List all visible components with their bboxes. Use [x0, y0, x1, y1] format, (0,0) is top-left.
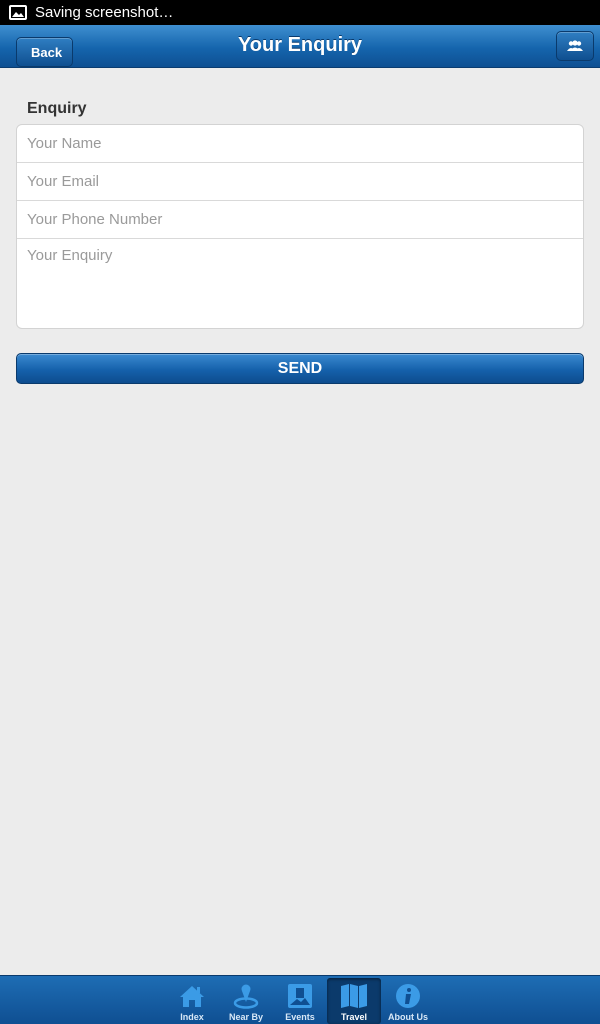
tab-label-index: Index	[180, 1012, 204, 1022]
phone-field[interactable]	[17, 201, 583, 239]
tab-label-near-by: Near By	[228, 1012, 264, 1022]
location-pin-icon	[231, 982, 261, 1010]
screenshot-icon	[9, 5, 27, 20]
section-label: Enquiry	[27, 100, 87, 117]
email-field[interactable]	[17, 163, 583, 201]
name-field[interactable]	[17, 125, 583, 163]
tab-index[interactable]: Index	[165, 978, 219, 1024]
tab-events[interactable]: Events	[273, 978, 327, 1024]
send-button[interactable]: SEND	[16, 353, 584, 384]
people-icon	[567, 40, 583, 51]
app-header: Your Enquiry Back	[0, 25, 600, 68]
info-icon	[393, 982, 423, 1010]
tab-label-about-us: About Us	[388, 1012, 428, 1022]
contacts-button[interactable]	[556, 31, 594, 61]
events-icon	[285, 982, 315, 1010]
status-notification-text: Saving screenshot…	[35, 4, 174, 21]
tab-near-by[interactable]: Near By	[219, 978, 273, 1024]
page-title: Your Enquiry	[237, 34, 363, 56]
tab-label-travel: Travel	[340, 1012, 368, 1022]
tab-label-events: Events	[285, 1012, 315, 1022]
map-icon	[339, 982, 369, 1010]
back-button[interactable]: Back	[16, 37, 74, 67]
tab-about-us[interactable]: About Us	[381, 978, 435, 1024]
tab-travel[interactable]: Travel	[327, 978, 381, 1024]
bottom-tab-bar: Index Near By Events Travel About Us	[0, 975, 600, 1024]
enquiry-textarea[interactable]	[17, 239, 583, 328]
enquiry-form	[16, 124, 584, 329]
home-icon	[177, 982, 207, 1010]
status-bar: Saving screenshot…	[0, 0, 600, 25]
